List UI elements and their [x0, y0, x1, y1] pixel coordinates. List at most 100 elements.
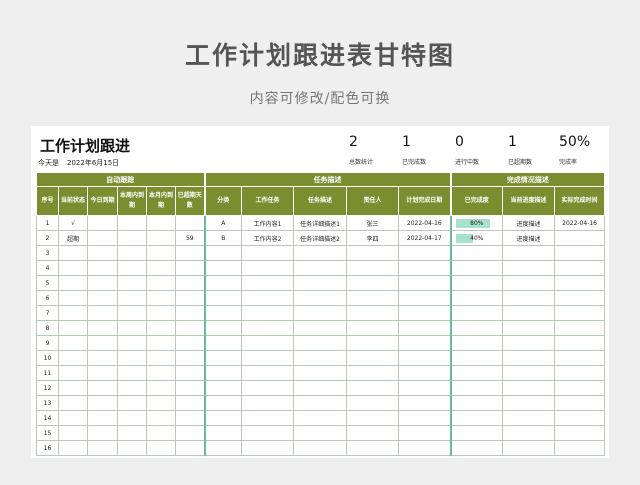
table-cell[interactable]	[241, 320, 295, 336]
table-cell[interactable]	[241, 425, 295, 441]
table-cell[interactable]	[117, 245, 147, 261]
table-cell[interactable]	[346, 395, 400, 411]
table-cell[interactable]	[293, 440, 348, 456]
cell-task-desc[interactable]: 任务详细描述1	[293, 215, 348, 231]
table-cell[interactable]	[293, 305, 348, 321]
table-cell[interactable]	[398, 305, 452, 321]
cell-week-due[interactable]	[117, 230, 147, 246]
table-cell[interactable]	[398, 335, 452, 351]
table-cell[interactable]	[449, 350, 504, 366]
cell-week-due[interactable]	[117, 215, 147, 231]
cell-today-due[interactable]	[87, 215, 118, 231]
table-cell[interactable]	[554, 260, 606, 276]
table-cell[interactable]	[203, 305, 243, 321]
cell-current-status[interactable]: 超期	[58, 230, 88, 246]
table-cell[interactable]	[58, 350, 88, 366]
table-cell[interactable]	[117, 410, 147, 426]
table-cell[interactable]	[58, 425, 88, 441]
table-cell[interactable]	[203, 425, 243, 441]
table-cell[interactable]	[554, 245, 606, 261]
table-cell[interactable]	[174, 395, 206, 411]
table-cell[interactable]	[502, 440, 556, 456]
cell-today-due[interactable]	[87, 230, 118, 246]
table-cell[interactable]	[87, 260, 118, 276]
table-cell[interactable]	[449, 410, 504, 426]
table-cell[interactable]	[293, 335, 348, 351]
table-cell[interactable]	[554, 290, 606, 306]
cell-plan-date[interactable]: 2022-04-17	[398, 230, 452, 246]
cell-overdue-days[interactable]: 59	[174, 230, 206, 246]
table-cell[interactable]	[398, 380, 452, 396]
cell-current-progress[interactable]: 进度描述	[502, 230, 556, 246]
cell-owner[interactable]: 李四	[346, 230, 400, 246]
table-cell[interactable]	[346, 425, 400, 441]
table-cell[interactable]	[241, 395, 295, 411]
cell-category[interactable]: A	[203, 215, 243, 231]
table-cell[interactable]	[58, 380, 88, 396]
table-cell[interactable]	[58, 275, 88, 291]
table-cell[interactable]	[293, 320, 348, 336]
table-cell[interactable]	[87, 380, 118, 396]
table-cell[interactable]	[203, 440, 243, 456]
table-cell[interactable]	[87, 305, 118, 321]
table-cell[interactable]	[502, 260, 556, 276]
cell-actual-date[interactable]: 2022-04-16	[554, 215, 606, 231]
table-cell[interactable]	[346, 320, 400, 336]
table-cell[interactable]	[87, 275, 118, 291]
table-cell[interactable]	[203, 380, 243, 396]
table-cell[interactable]	[174, 245, 206, 261]
table-cell[interactable]	[58, 395, 88, 411]
table-cell[interactable]	[502, 245, 556, 261]
table-cell[interactable]	[293, 365, 348, 381]
table-cell[interactable]	[146, 260, 176, 276]
table-cell[interactable]	[146, 425, 176, 441]
table-cell[interactable]	[398, 440, 452, 456]
table-cell[interactable]	[87, 350, 118, 366]
table-cell[interactable]	[117, 380, 147, 396]
table-cell[interactable]	[293, 290, 348, 306]
table-cell[interactable]	[203, 350, 243, 366]
table-cell[interactable]	[554, 305, 606, 321]
table-cell[interactable]	[58, 320, 88, 336]
table-cell[interactable]	[174, 440, 206, 456]
table-cell[interactable]	[174, 350, 206, 366]
table-cell[interactable]	[449, 380, 504, 396]
table-cell[interactable]	[203, 395, 243, 411]
table-cell[interactable]	[502, 350, 556, 366]
table-cell[interactable]	[398, 365, 452, 381]
table-cell[interactable]	[449, 245, 504, 261]
table-cell[interactable]	[502, 335, 556, 351]
table-cell[interactable]	[203, 290, 243, 306]
table-cell[interactable]	[87, 395, 118, 411]
table-cell[interactable]	[398, 260, 452, 276]
table-cell[interactable]	[241, 350, 295, 366]
table-cell[interactable]	[117, 425, 147, 441]
table-cell[interactable]	[449, 260, 504, 276]
table-cell[interactable]	[449, 365, 504, 381]
table-cell[interactable]	[293, 260, 348, 276]
table-cell[interactable]	[502, 275, 556, 291]
table-cell[interactable]	[58, 335, 88, 351]
table-cell[interactable]	[146, 350, 176, 366]
table-cell[interactable]	[398, 320, 452, 336]
table-cell[interactable]	[117, 260, 147, 276]
table-cell[interactable]	[146, 290, 176, 306]
table-cell[interactable]	[146, 380, 176, 396]
table-cell[interactable]	[203, 275, 243, 291]
table-cell[interactable]	[174, 425, 206, 441]
table-cell[interactable]	[346, 245, 400, 261]
table-cell[interactable]	[146, 365, 176, 381]
table-cell[interactable]	[87, 425, 118, 441]
table-cell[interactable]	[554, 320, 606, 336]
table-cell[interactable]	[346, 290, 400, 306]
table-cell[interactable]	[203, 410, 243, 426]
table-cell[interactable]	[398, 290, 452, 306]
table-cell[interactable]	[174, 365, 206, 381]
table-cell[interactable]	[346, 335, 400, 351]
table-cell[interactable]	[241, 335, 295, 351]
table-cell[interactable]	[117, 335, 147, 351]
table-cell[interactable]	[293, 245, 348, 261]
table-cell[interactable]	[449, 440, 504, 456]
table-cell[interactable]	[398, 275, 452, 291]
table-cell[interactable]	[502, 380, 556, 396]
